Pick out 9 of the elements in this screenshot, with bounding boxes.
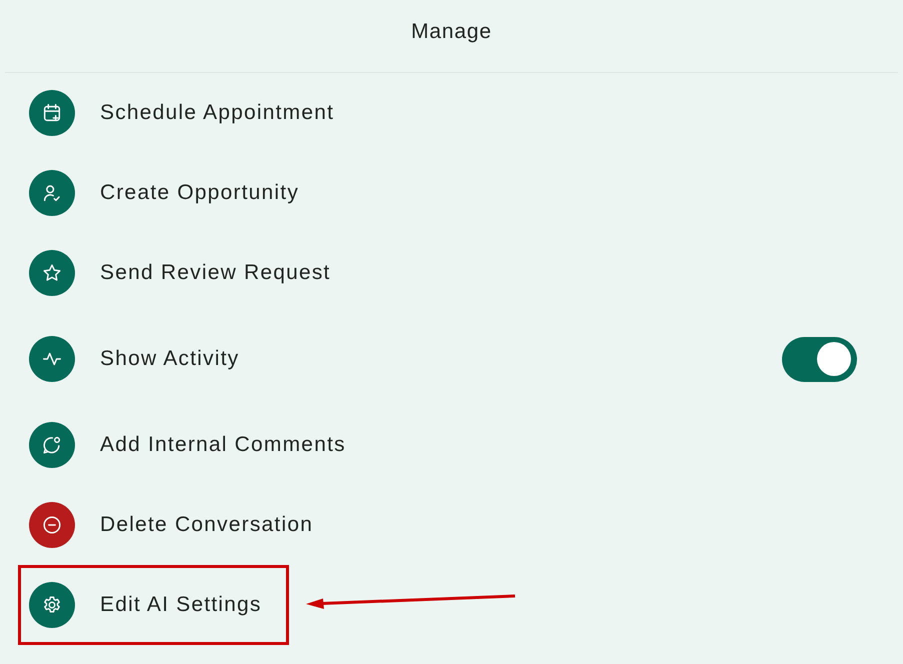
toggle-switch[interactable] — [782, 336, 857, 382]
menu-item[interactable]: Add Internal Comments — [18, 405, 373, 485]
menu-item[interactable]: Show Activity — [18, 319, 266, 399]
menu-item[interactable]: Create Opportunity — [18, 153, 326, 233]
panel-title: Manage — [411, 19, 492, 46]
menu-item[interactable]: Send Review Request — [18, 233, 358, 313]
highlighted-menu-item[interactable]: Edit AI Settings — [18, 565, 289, 645]
menu-item[interactable]: Delete Conversation — [18, 485, 340, 565]
menu-item[interactable]: Schedule Appointment — [18, 73, 362, 153]
